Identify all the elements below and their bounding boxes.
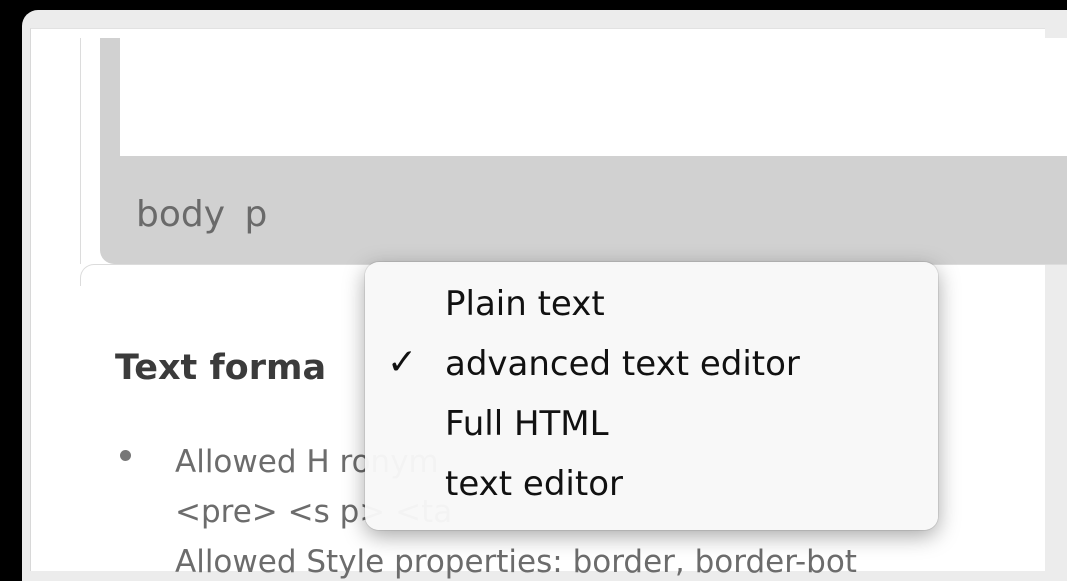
text-format-title: Text forma bbox=[115, 348, 327, 388]
bullet-icon bbox=[120, 450, 131, 461]
option-label: Full HTML bbox=[445, 404, 609, 444]
checkmark-icon: ✓ bbox=[387, 342, 418, 383]
option-plain-text[interactable]: Plain text bbox=[365, 276, 938, 336]
element-path-bar[interactable]: body p bbox=[136, 194, 267, 235]
option-advanced-text-editor[interactable]: ✓ advanced text editor bbox=[365, 336, 938, 396]
option-label: text editor bbox=[445, 464, 623, 504]
rich-text-editor: body p bbox=[100, 38, 1067, 264]
editor-content-area[interactable] bbox=[120, 38, 1067, 156]
option-label: Plain text bbox=[445, 284, 605, 324]
option-full-html[interactable]: Full HTML bbox=[365, 396, 938, 456]
option-text-editor[interactable]: text editor bbox=[365, 456, 938, 516]
option-label: advanced text editor bbox=[445, 344, 800, 384]
text-format-dropdown-menu[interactable]: Plain text ✓ advanced text editor Full H… bbox=[365, 262, 938, 530]
tip-line-3: Allowed Style properties: border, border… bbox=[175, 544, 857, 580]
